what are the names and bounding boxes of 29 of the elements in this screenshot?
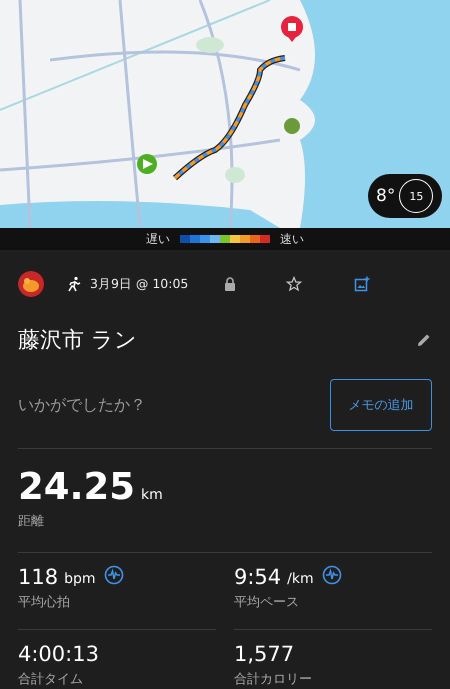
stat-label: 合計カロリー bbox=[234, 671, 313, 688]
stat-value: 9:54 bbox=[234, 565, 282, 589]
distance-unit: km bbox=[141, 487, 163, 503]
stat-label: 平均心拍 bbox=[18, 594, 71, 611]
distance-label: 距離 bbox=[18, 513, 45, 530]
add-memo-button[interactable]: メモの追加 bbox=[330, 379, 432, 431]
distance-value: 24.25 bbox=[18, 465, 136, 508]
stat-label: 合計タイム bbox=[18, 671, 84, 688]
stat-unit: /km bbox=[287, 571, 314, 587]
stat-label: 平均ペース bbox=[234, 594, 300, 611]
stat-unit: bpm bbox=[64, 571, 96, 587]
lock-icon[interactable] bbox=[224, 277, 236, 291]
star-icon[interactable] bbox=[286, 276, 302, 292]
stat-value: 4:00:13 bbox=[18, 642, 99, 666]
pulse-icon[interactable] bbox=[322, 565, 342, 585]
stat-value: 118 bbox=[18, 565, 58, 589]
avatar-icon[interactable] bbox=[18, 271, 44, 297]
activity-title: 藤沢市 ラン bbox=[18, 327, 137, 355]
legend-label: 遅い bbox=[146, 230, 170, 248]
pulse-icon[interactable] bbox=[104, 565, 124, 585]
legend-label: 速い bbox=[280, 230, 304, 248]
runner-icon bbox=[66, 276, 82, 292]
edit-icon[interactable] bbox=[416, 332, 432, 348]
activity-date: 3月9日 @ 10:05 bbox=[90, 276, 188, 292]
temperature: 8° bbox=[376, 186, 396, 206]
memo-prompt: いかがでしたか？ bbox=[18, 394, 146, 416]
wind-speed: 15 bbox=[399, 179, 434, 213]
stat-value: 1,577 bbox=[234, 642, 294, 666]
add-photo-icon[interactable] bbox=[354, 276, 370, 292]
